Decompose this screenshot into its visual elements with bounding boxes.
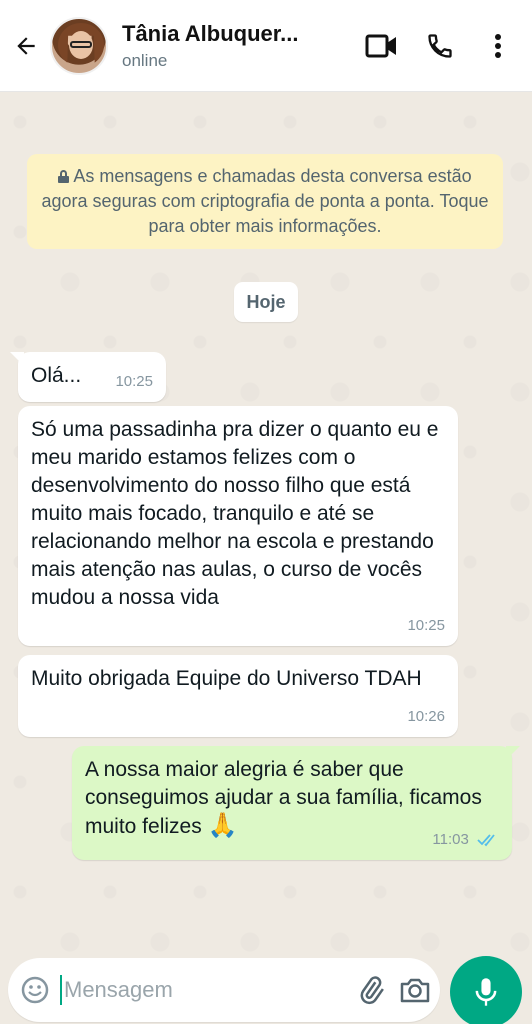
more-options-button[interactable]	[474, 22, 522, 70]
camera-button[interactable]	[396, 968, 434, 1012]
date-chip: Hoje	[234, 282, 298, 322]
mic-icon	[475, 978, 497, 1006]
emoji-icon	[21, 976, 49, 1004]
emoji-button[interactable]	[16, 968, 54, 1012]
voice-message-button[interactable]	[450, 956, 522, 1024]
attach-button[interactable]	[352, 968, 390, 1012]
video-call-button[interactable]	[358, 22, 406, 70]
voice-call-button[interactable]	[416, 22, 464, 70]
contact-info[interactable]: Tânia Albuquer... online	[122, 21, 348, 71]
camera-icon	[400, 978, 430, 1003]
message-text: Muito obrigada Equipe do Universo TDAH	[31, 667, 422, 690]
message-input[interactable]	[60, 975, 352, 1005]
message-text: Olá...	[31, 364, 82, 387]
contact-name: Tânia Albuquer...	[122, 20, 299, 46]
encryption-notice[interactable]: As mensagens e chamadas desta conversa e…	[27, 154, 503, 249]
read-ticks-icon	[477, 834, 495, 847]
video-call-icon	[365, 34, 396, 57]
message-incoming[interactable]: Muito obrigada Equipe do Universo TDAH 1…	[18, 655, 458, 737]
chat-header: Tânia Albuquer... online	[0, 0, 532, 92]
back-arrow-icon	[17, 36, 35, 55]
message-time: 11:03	[432, 831, 469, 848]
praying-hands-emoji: 🙏	[207, 812, 238, 839]
message-time: 10:25	[407, 617, 445, 634]
message-incoming[interactable]: Olá... 10:25	[10, 352, 166, 402]
message-incoming[interactable]: Só uma passadinha pra dizer o quanto eu …	[18, 406, 458, 646]
back-button[interactable]	[4, 24, 48, 68]
message-outgoing[interactable]: A nossa maior alegria é saber que conseg…	[72, 746, 520, 860]
contact-status: online	[122, 50, 168, 70]
contact-avatar[interactable]	[50, 16, 108, 75]
attach-icon	[360, 976, 384, 1005]
message-text: A nossa maior alegria é saber que conseg…	[85, 758, 482, 838]
phone-icon	[428, 33, 452, 58]
more-options-icon	[495, 33, 501, 58]
encryption-notice-text: As mensagens e chamadas desta conversa e…	[41, 166, 489, 236]
composer-box	[8, 958, 440, 1022]
message-text: Só uma passadinha pra dizer o quanto eu …	[31, 418, 439, 609]
composer-bar	[0, 952, 532, 1024]
lock-icon	[58, 170, 70, 183]
message-time: 10:26	[407, 708, 445, 725]
message-time: 10:25	[115, 373, 153, 390]
chat-area[interactable]: As mensagens e chamadas desta conversa e…	[0, 92, 532, 952]
